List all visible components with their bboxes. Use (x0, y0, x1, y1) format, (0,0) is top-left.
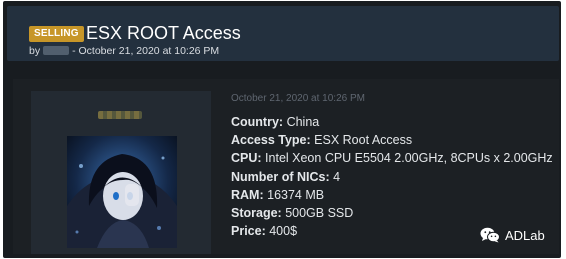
field-value: 400$ (269, 224, 298, 239)
field-label: Storage: (231, 206, 282, 221)
field-cpu: CPU: Intel Xeon CPU E5504 2.00GHz, 8CPUs… (231, 149, 553, 167)
field-country: Country: China (231, 113, 553, 131)
selling-badge[interactable]: SELLING (29, 26, 84, 42)
field-value: China (286, 115, 320, 129)
field-label: Price: (231, 224, 266, 239)
field-label: Number of NICs: (231, 169, 330, 184)
field-label: Country: (231, 115, 284, 129)
thread-byline: by - October 21, 2020 at 10:26 PM (29, 44, 219, 58)
field-label: Access Type: (231, 133, 311, 148)
post: October 21, 2020 at 10:26 PM Country: Ch… (13, 79, 559, 254)
listing-details: Country: China Access Type: ESX Root Acc… (231, 113, 553, 240)
field-value: 16374 MB (267, 187, 325, 202)
post-date: October 21, 2020 at 10:26 PM (231, 93, 365, 104)
watermark-text: ADLab (505, 227, 545, 243)
field-value: ESX Root Access (314, 133, 413, 148)
redacted-poster-name[interactable] (98, 111, 142, 119)
field-nics: Number of NICs: 4 (231, 168, 553, 186)
field-label: RAM: (231, 187, 264, 202)
user-panel (31, 91, 211, 254)
thread-header: SELLING ESX ROOT Access by - October 21, … (7, 6, 559, 61)
field-value: Intel Xeon CPU E5504 2.00GHz, 8CPUs x 2.… (265, 151, 553, 166)
wechat-icon (480, 227, 500, 243)
byline-prefix: by (29, 45, 41, 57)
field-label: CPU: (231, 151, 262, 166)
forum-window: SELLING ESX ROOT Access by - October 21, … (3, 1, 561, 258)
byline-date: - October 21, 2020 at 10:26 PM (72, 45, 220, 57)
thread-title[interactable]: ESX ROOT Access (86, 21, 241, 45)
field-storage: Storage: 500GB SSD (231, 204, 553, 222)
watermark: ADLab (480, 227, 545, 243)
field-value: 4 (333, 169, 341, 184)
redacted-username[interactable] (43, 46, 70, 55)
field-access-type: Access Type: ESX Root Access (231, 131, 553, 149)
field-ram: RAM: 16374 MB (231, 186, 553, 204)
avatar-image (67, 136, 177, 248)
field-value: 500GB SSD (285, 206, 354, 221)
avatar[interactable] (67, 136, 177, 248)
